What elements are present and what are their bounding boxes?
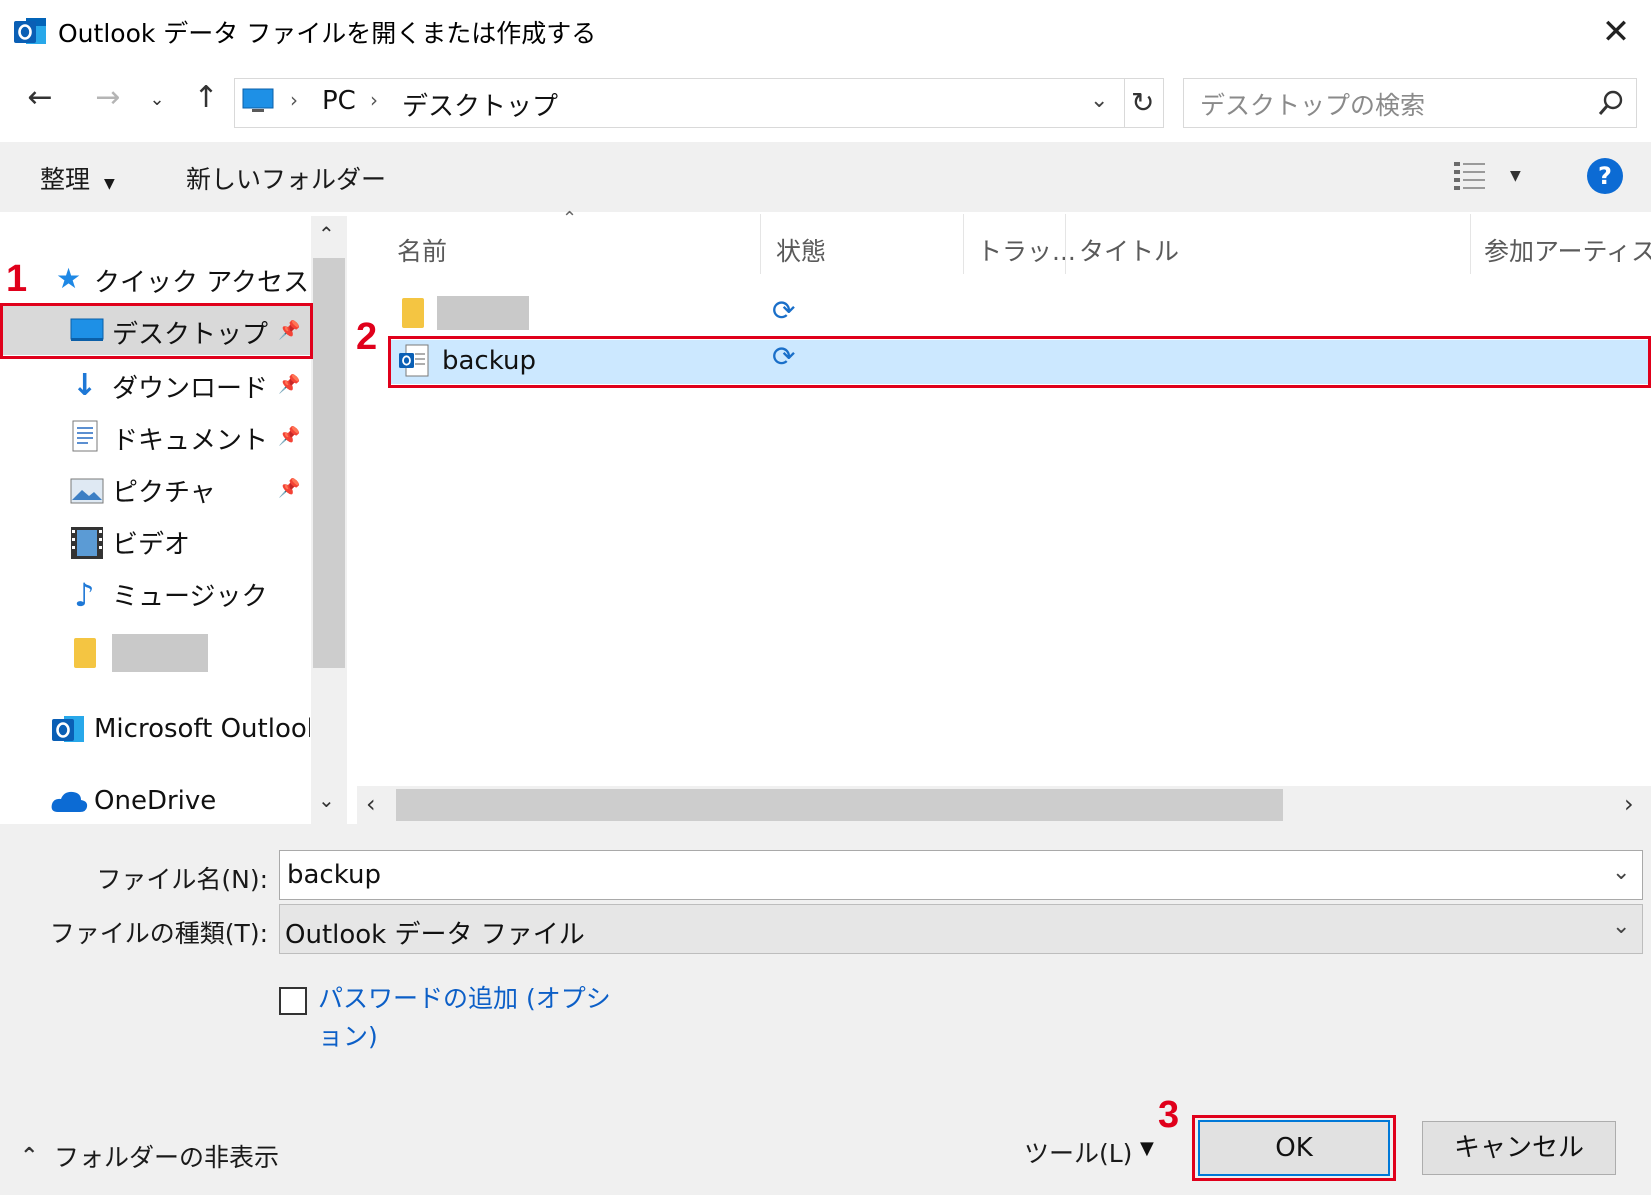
onedrive-cloud-icon [50,788,88,814]
horizontal-scrollbar-thumb[interactable] [396,789,1283,821]
password-checkbox[interactable] [279,987,307,1015]
annotation-box-desktop [0,303,313,359]
annotation-box-ok [1192,1115,1396,1181]
organize-button[interactable]: 整理 ▼ [40,160,115,196]
redacted-folder-label[interactable] [112,634,208,672]
close-icon[interactable]: ✕ [1596,12,1636,52]
annotation-step-2: 2 [356,316,378,358]
folder-icon [74,638,96,668]
sync-icon: ⟳ [772,294,796,327]
search-placeholder: デスクトップの検索 [1200,91,1426,120]
nav-item-pictures[interactable]: ピクチャ [112,472,216,509]
pin-icon[interactable]: 📌 [278,478,300,499]
column-separator[interactable] [1470,214,1471,274]
cancel-button[interactable]: キャンセル [1422,1121,1616,1175]
folder-icon [402,298,424,328]
address-dropdown-chevron-icon[interactable]: ⌄ [1090,88,1108,113]
nav-item-documents[interactable]: ドキュメント [112,420,268,457]
nav-microsoft-outlook[interactable]: Microsoft Outlook [94,714,310,744]
view-dropdown-triangle-icon[interactable]: ▼ [1510,168,1521,184]
view-options-icon[interactable] [1452,158,1488,192]
download-icon: ↓ [72,368,98,403]
column-header-artist[interactable]: 参加アーティスト [1484,232,1651,268]
annotation-box-backup [388,336,1651,388]
breadcrumb-separator-icon: › [370,88,378,112]
refresh-icon: ↻ [1131,86,1155,119]
scroll-right-chevron-icon[interactable]: › [1624,790,1634,818]
recent-locations-chevron-icon[interactable]: ⌄ [144,80,170,116]
table-row[interactable] [390,292,1648,336]
filename-label: ファイル名(N): [96,865,268,894]
annotation-step-1: 1 [6,258,28,300]
outlook-icon [50,712,86,746]
tools-button[interactable]: ツール(L) [1024,1134,1132,1170]
tools-dropdown-triangle-icon[interactable]: ▼ [1140,1138,1154,1159]
scroll-down-chevron-icon[interactable]: ⌄ [318,788,335,812]
breadcrumb-pc[interactable]: PC [322,86,356,116]
redacted-file-name [437,296,529,330]
video-icon [70,526,104,560]
hide-folders-button[interactable]: フォルダーの非表示 [54,1138,279,1174]
nav-item-music[interactable]: ミュージック [112,576,267,613]
filename-value: backup [287,860,381,890]
hide-folders-chevron-icon[interactable]: ⌃ [20,1144,38,1169]
music-icon: ♪ [74,576,95,614]
search-icon [1596,88,1626,118]
filetype-label: ファイルの種類(T): [49,919,268,948]
filename-input[interactable] [279,850,1643,900]
nav-item-downloads[interactable]: ダウンロード [112,368,268,405]
new-folder-button[interactable]: 新しいフォルダー [186,160,386,196]
column-header-title[interactable]: タイトル [1079,232,1179,268]
outlook-app-icon [12,14,48,48]
filetype-dropdown-chevron-icon[interactable]: ⌄ [1612,914,1630,939]
forward-arrow-icon[interactable]: → [88,78,128,118]
picture-icon [70,478,104,504]
nav-onedrive[interactable]: OneDrive [94,786,216,816]
column-header-track[interactable]: トラッ... [977,232,1076,268]
annotation-step-3: 3 [1158,1094,1180,1136]
pin-icon[interactable]: 📌 [278,426,300,447]
column-separator[interactable] [963,214,964,274]
scroll-up-chevron-icon[interactable]: ⌃ [318,222,335,246]
help-icon[interactable]: ? [1587,158,1623,194]
column-header-status[interactable]: 状態 [776,232,826,268]
scroll-left-chevron-icon[interactable]: ‹ [366,790,376,818]
column-header-name[interactable]: 名前 [397,232,447,268]
organize-label: 整理 [40,165,91,194]
sort-ascending-chevron-icon: ⌃ [562,208,578,229]
pin-icon[interactable]: 📌 [278,374,300,395]
nav-item-videos[interactable]: ビデオ [112,524,190,561]
password-option-line1: パスワードの追加 (オプシ [318,984,611,1013]
filetype-value: Outlook データ ファイル [285,920,585,950]
document-icon [72,420,98,452]
column-separator[interactable] [760,214,761,274]
nav-quick-access[interactable]: クイック アクセス [94,262,309,299]
nav-scrollbar-thumb[interactable] [313,258,345,668]
dropdown-triangle-icon: ▼ [103,176,115,192]
password-option-label[interactable]: パスワードの追加 (オプシ ョン) [318,980,611,1056]
password-option-line2: ョン) [318,1022,378,1051]
window-title: Outlook データ ファイルを開くまたは作成する [58,19,597,48]
column-separator[interactable] [1065,214,1066,274]
star-icon: ★ [56,262,82,295]
breadcrumb-desktop[interactable]: デスクトップ [402,86,558,123]
breadcrumb-separator-icon: › [290,88,298,112]
up-arrow-icon[interactable]: ↑ [186,78,226,118]
filename-dropdown-chevron-icon[interactable]: ⌄ [1612,860,1630,885]
pc-monitor-icon [242,88,274,114]
back-arrow-icon[interactable]: ← [20,78,60,118]
